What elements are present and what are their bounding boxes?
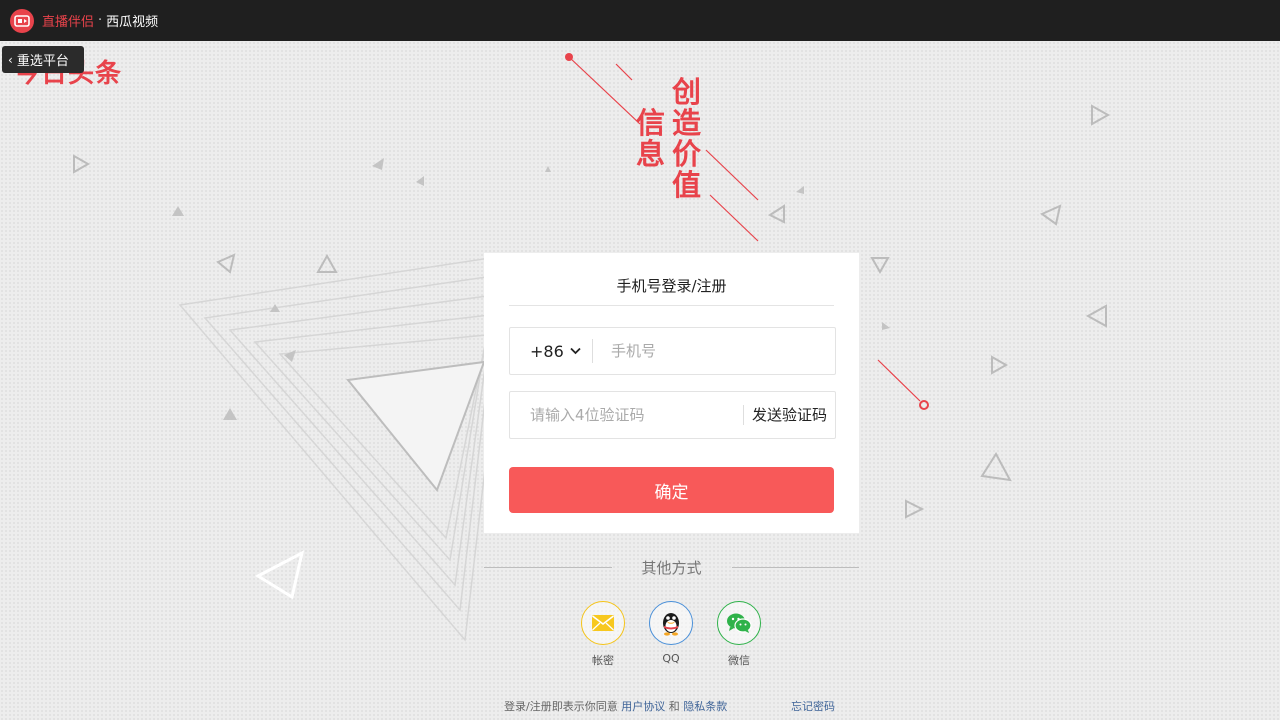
platform-name: 西瓜视频	[106, 15, 159, 30]
login-card: 手机号登录/注册 +86 发送验证码 确定	[484, 253, 859, 533]
chevron-down-icon	[570, 344, 581, 358]
account-login-label: 帐密	[592, 654, 614, 667]
other-methods-header: 其他方式	[484, 556, 860, 578]
code-row: 发送验证码	[509, 391, 836, 439]
reselect-platform-label: 重选平台	[16, 54, 69, 69]
agreement-prefix: 登录/注册即表示你同意	[504, 700, 618, 713]
send-code-button[interactable]: 发送验证码	[742, 405, 835, 425]
country-code-select[interactable]: +86	[510, 328, 592, 374]
user-agreement-link[interactable]: 用户协议	[621, 700, 665, 713]
privacy-policy-link[interactable]: 隐私条款	[683, 700, 727, 713]
login-title: 手机号登录/注册	[509, 253, 834, 306]
divider-right	[731, 566, 860, 568]
wechat-login-label: 微信	[728, 654, 750, 667]
wechat-icon	[717, 601, 761, 645]
qq-login-label: QQ	[662, 652, 680, 665]
reselect-platform-button[interactable]: ‹ 重选平台	[2, 46, 84, 73]
title-bar: 直播伴侣 · 西瓜视频	[0, 0, 1280, 41]
forgot-password-link[interactable]: 忘记密码	[791, 698, 835, 714]
app-name: 直播伴侣	[42, 15, 95, 30]
app-logo-icon	[10, 8, 34, 33]
divider-left	[484, 566, 612, 568]
agreement-and: 和	[668, 700, 680, 713]
slogan-line-2: 创造价值	[672, 75, 702, 202]
phone-row: +86	[509, 327, 836, 375]
title-separator: ·	[98, 13, 103, 28]
envelope-icon	[581, 601, 625, 645]
slogan-line-1: 信息	[636, 106, 666, 171]
qq-login-button[interactable]: QQ	[649, 601, 693, 665]
account-login-button[interactable]: 帐密	[581, 601, 625, 668]
verification-code-input[interactable]	[510, 392, 743, 438]
phone-input[interactable]	[593, 328, 835, 374]
other-methods-title: 其他方式	[641, 558, 702, 577]
country-code-value: +86	[530, 341, 564, 361]
qq-penguin-icon	[649, 601, 693, 645]
confirm-button[interactable]: 确定	[509, 467, 834, 513]
chevron-left-icon: ‹	[8, 52, 13, 67]
agreement-text: 登录/注册即表示你同意 用户协议 和 隐私条款	[504, 698, 727, 714]
wechat-login-button[interactable]: 微信	[717, 601, 761, 668]
